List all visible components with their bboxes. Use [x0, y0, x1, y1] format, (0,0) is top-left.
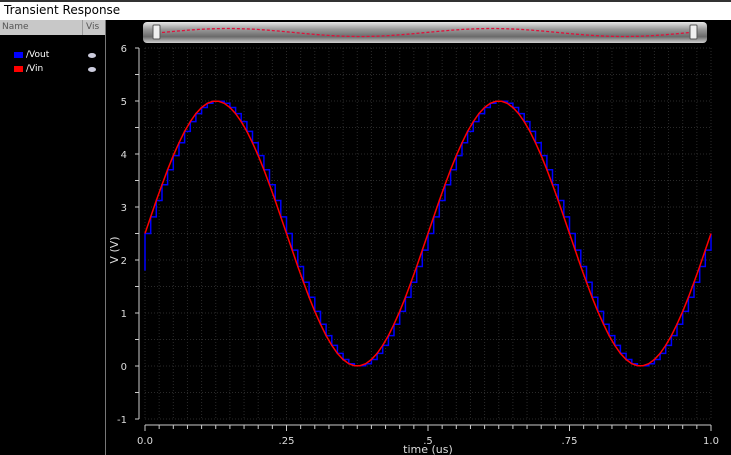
waveform-plot[interactable]: -101234560.0.25.5.75 1.0 V (V) time (us)	[0, 0, 731, 455]
y-tick-label: 5	[121, 97, 127, 108]
overview-right-handle[interactable]	[689, 24, 698, 40]
x-tick-label: 1.0	[703, 436, 719, 447]
y-tick-label: 2	[121, 256, 127, 267]
overview-left-handle[interactable]	[152, 24, 161, 40]
x-tick-label: .25	[279, 436, 295, 447]
x-tick-label: 0.0	[137, 436, 153, 447]
y-tick-label: 0	[121, 362, 127, 373]
y-tick-label: 1	[121, 309, 127, 320]
overview-scrollbar[interactable]	[143, 22, 707, 43]
x-axis-label: time (us)	[403, 443, 453, 455]
y-tick-label: 3	[121, 203, 127, 214]
y-tick-label: -1	[117, 415, 127, 426]
x-tick-label: .75	[562, 436, 578, 447]
y-tick-label: 4	[121, 150, 127, 161]
overview-track[interactable]	[143, 22, 707, 43]
y-axis-label: V (V)	[108, 236, 121, 263]
y-tick-label: 6	[121, 44, 127, 55]
